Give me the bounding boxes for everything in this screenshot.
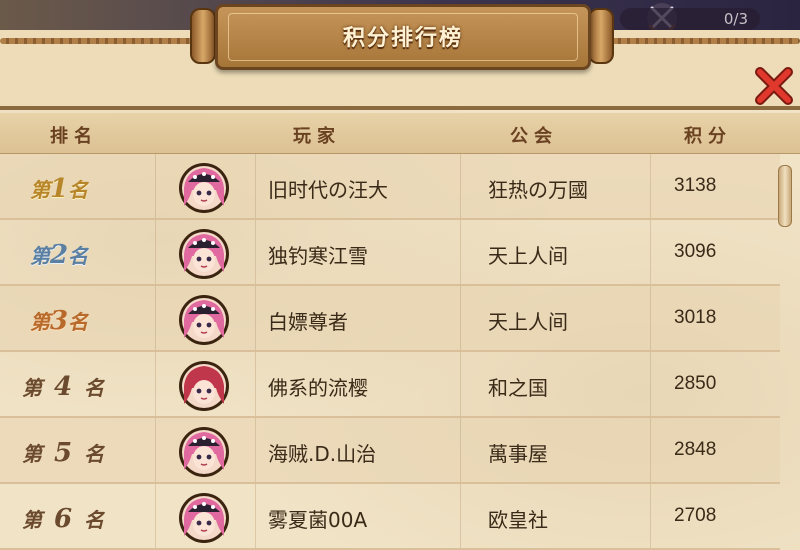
rope-right [585, 38, 800, 44]
rank-number: 3 [50, 306, 69, 336]
player-avatar[interactable] [178, 360, 230, 412]
rope-left [0, 38, 215, 44]
rank-number: 2 [50, 240, 69, 270]
column-divider [155, 418, 156, 482]
column-divider [155, 484, 156, 548]
score-value: 2850 [674, 373, 717, 394]
rank-prefix: 第 [22, 442, 54, 466]
rank-suffix: 名 [68, 244, 89, 268]
player-name: 白嫖尊者 [268, 310, 348, 334]
column-divider [460, 286, 461, 350]
rank-suffix: 名 [84, 508, 117, 532]
rank-prefix: 第 [22, 508, 54, 532]
score-value: 3138 [674, 175, 717, 196]
column-divider [255, 352, 256, 416]
player-name: 雾夏菌00A [268, 508, 368, 532]
rank-suffix: 名 [68, 310, 89, 334]
scroll-roll-left [190, 8, 216, 64]
player-avatar[interactable] [178, 426, 230, 478]
column-divider [650, 154, 651, 218]
rank-label: 第5名 [22, 438, 142, 468]
column-divider [255, 484, 256, 548]
column-divider [460, 352, 461, 416]
guild-name: 欧皇社 [488, 508, 548, 532]
player-name: 海贼.D.山治 [268, 442, 377, 466]
player-avatar[interactable] [178, 492, 230, 544]
column-divider [255, 418, 256, 482]
score-value: 2848 [674, 439, 717, 460]
column-divider [155, 154, 156, 218]
player-name: 独钓寒江雪 [268, 244, 368, 268]
rank-number: 1 [50, 174, 69, 204]
title-banner: 积分排行榜 [215, 4, 591, 70]
panel-title: 积分排行榜 [342, 25, 463, 51]
player-name: 佛系的流樱 [268, 376, 368, 400]
guild-name: 天上人间 [488, 310, 568, 334]
guild-name: 萬事屋 [488, 442, 548, 466]
rank-label: 第3名 [30, 306, 150, 336]
column-divider [255, 220, 256, 284]
column-divider [650, 220, 651, 284]
column-divider [155, 352, 156, 416]
table-row[interactable]: 第1名 旧时代の汪大 狂热の万國 3138 [0, 154, 780, 220]
column-divider [460, 418, 461, 482]
score-value: 2708 [674, 505, 717, 526]
rank-prefix: 第 [22, 376, 54, 400]
rank-number: 4 [54, 372, 85, 402]
player-avatar[interactable] [178, 228, 230, 280]
rank-label: 第4名 [22, 372, 142, 402]
rank-label: 第1名 [30, 174, 150, 204]
rank-prefix: 第 [30, 310, 50, 334]
rank-number: 6 [54, 504, 85, 534]
column-divider [650, 352, 651, 416]
score-value: 3096 [674, 241, 717, 262]
column-divider [255, 154, 256, 218]
table-header: 排名 玩家 公会 积分 [0, 113, 800, 154]
column-divider [460, 154, 461, 218]
column-divider [650, 418, 651, 482]
header-player: 玩家 [293, 126, 341, 147]
table-row[interactable]: 第4名 佛系的流樱 和之国 2850 [0, 352, 780, 418]
rank-label: 第2名 [30, 240, 150, 270]
column-divider [460, 484, 461, 548]
player-avatar[interactable] [178, 162, 230, 214]
column-divider [650, 484, 651, 548]
player-avatar[interactable] [178, 294, 230, 346]
column-divider [460, 220, 461, 284]
rank-suffix: 名 [84, 442, 117, 466]
column-divider [650, 286, 651, 350]
rank-prefix: 第 [30, 244, 50, 268]
close-icon[interactable] [754, 66, 794, 106]
column-divider [155, 286, 156, 350]
rank-prefix: 第 [30, 178, 50, 202]
rank-label: 第6名 [22, 504, 142, 534]
player-name: 旧时代の汪大 [268, 178, 388, 202]
header-score: 积分 [684, 126, 732, 147]
guild-name: 和之国 [488, 376, 548, 400]
list-scrollbar[interactable] [778, 165, 792, 227]
rank-number: 5 [54, 438, 85, 468]
table-row[interactable]: 第3名 白嫖尊者 天上人间 3018 [0, 286, 780, 352]
header-rank: 排名 [50, 126, 98, 147]
attempts-counter: 0/3 [620, 8, 760, 30]
column-divider [155, 220, 156, 284]
rank-suffix: 名 [84, 376, 117, 400]
rank-suffix: 名 [68, 178, 89, 202]
table-row[interactable]: 第2名 独钓寒江雪 天上人间 3096 [0, 220, 780, 286]
guild-name: 狂热の万國 [488, 178, 588, 202]
column-divider [255, 286, 256, 350]
score-value: 3018 [674, 307, 717, 328]
scroll-roll-right [588, 8, 614, 64]
header-guild: 公会 [510, 126, 558, 147]
guild-name: 天上人间 [488, 244, 568, 268]
table-row[interactable]: 第5名 海贼.D.山治 萬事屋 2848 [0, 418, 780, 484]
table-row[interactable]: 第6名 雾夏菌00A 欧皇社 2708 [0, 484, 780, 550]
